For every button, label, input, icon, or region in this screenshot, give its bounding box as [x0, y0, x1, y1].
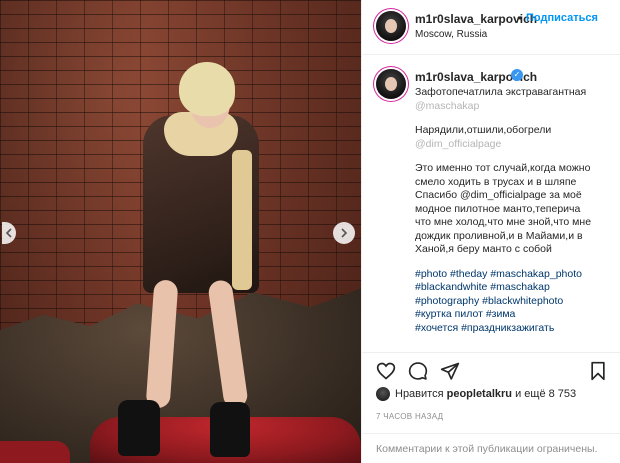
caption-mention[interactable]: @maschakap ⁣⁣⁣	[415, 100, 482, 112]
chevron-left-icon	[5, 228, 12, 238]
photo-boot-left	[118, 400, 160, 456]
hashtag-line[interactable]: #blackandwhite #maschakap	[415, 281, 615, 295]
hashtag-line[interactable]: #куртка пилот #зима	[415, 308, 615, 322]
caption-line: Спасибо @dim_officialpage за моё	[415, 189, 582, 201]
caption-paragraph-1: Зафотопечатлила экстравагантная @maschak…	[415, 86, 615, 113]
likes-suffix[interactable]: и ещё 8 753	[512, 388, 576, 400]
photo-coat-lining	[232, 150, 252, 290]
likes-user[interactable]: peopletalkru	[447, 388, 512, 400]
post-location[interactable]: Moscow, Russia	[415, 29, 487, 40]
photo-hair	[179, 62, 235, 116]
caption-line: Зафотопечатлила экстравагантная	[415, 86, 587, 98]
caption-paragraph-2: Нарядили,отшили,обогрели @dim_officialpa…	[415, 124, 615, 151]
hashtag-line[interactable]: #photo #theday #maschakap_photo	[415, 268, 615, 282]
caption-line: что мне холод,что мне зной,что мне	[415, 216, 592, 228]
caption-line: дождик проливной,и в Майами,и в	[415, 229, 583, 242]
comments-footer: Комментарии к этой публикации ограничены…	[362, 433, 620, 463]
post-header: m1r0slava_karpovich • Подписаться Moscow…	[362, 0, 620, 55]
comment-icon[interactable]	[408, 361, 428, 381]
hashtag-line[interactable]: #photography #blackwhitephoto	[415, 295, 615, 309]
bookmark-icon[interactable]	[588, 361, 608, 381]
liker-avatar[interactable]	[376, 387, 390, 401]
likes-text[interactable]: Нравится peopletalkru и ещё 8 753	[395, 388, 576, 400]
hashtag-line[interactable]: #хочется #праздникзажигать ⁣	[415, 322, 615, 336]
comments-disabled-notice: Комментарии к этой публикации ограничены…	[376, 443, 598, 455]
action-bar	[362, 352, 620, 382]
follow-button[interactable]: Подписаться	[526, 12, 598, 24]
caption-mention[interactable]: @dim_officialpage ⁣⁣	[415, 138, 504, 150]
caption-line: Нарядили,отшили,обогрели	[415, 124, 552, 136]
caption-text: Зафотопечатлила экстравагантная @maschak…	[415, 86, 615, 335]
caption-paragraph-3: Это именно тот случай,когда можно смело …	[415, 162, 615, 257]
post-details-panel: m1r0slava_karpovich • Подписаться Moscow…	[361, 0, 620, 463]
caption-hashtags: #photo #theday #maschakap_photo #blackan…	[415, 268, 615, 336]
photo-figure	[0, 0, 361, 463]
caption-line: смело ходить в трусах и в шляпе⁣	[415, 175, 577, 188]
carousel-next-button[interactable]	[333, 222, 355, 244]
caption-line: Это именно тот случай,когда можно	[415, 162, 591, 174]
caption-line: Ханой,я беру манто с собой⁣⁣⁣	[415, 243, 552, 255]
author-avatar[interactable]	[376, 11, 406, 41]
chevron-right-icon	[341, 228, 348, 238]
caption-line: модное пилотное манто,теперича	[415, 202, 581, 215]
check-badge-icon: ✓	[511, 69, 523, 81]
post-timestamp[interactable]: 7 ЧАСОВ НАЗАД	[376, 412, 443, 421]
heart-icon[interactable]	[376, 361, 396, 381]
photo-leg-right	[207, 278, 249, 410]
photo-leg-left	[145, 279, 179, 409]
caption-author-avatar[interactable]	[376, 69, 406, 99]
post-photo[interactable]	[0, 0, 361, 463]
caption-section: m1r0slava_karpovich ✓ Зафотопечатлила эк…	[362, 55, 620, 350]
likes-prefix: Нравится	[395, 388, 447, 400]
likes-summary: Нравится peopletalkru и ещё 8 753	[362, 384, 620, 404]
photo-boot-right	[210, 402, 250, 457]
paper-plane-icon[interactable]	[440, 361, 460, 381]
header-separator: •	[518, 11, 523, 25]
